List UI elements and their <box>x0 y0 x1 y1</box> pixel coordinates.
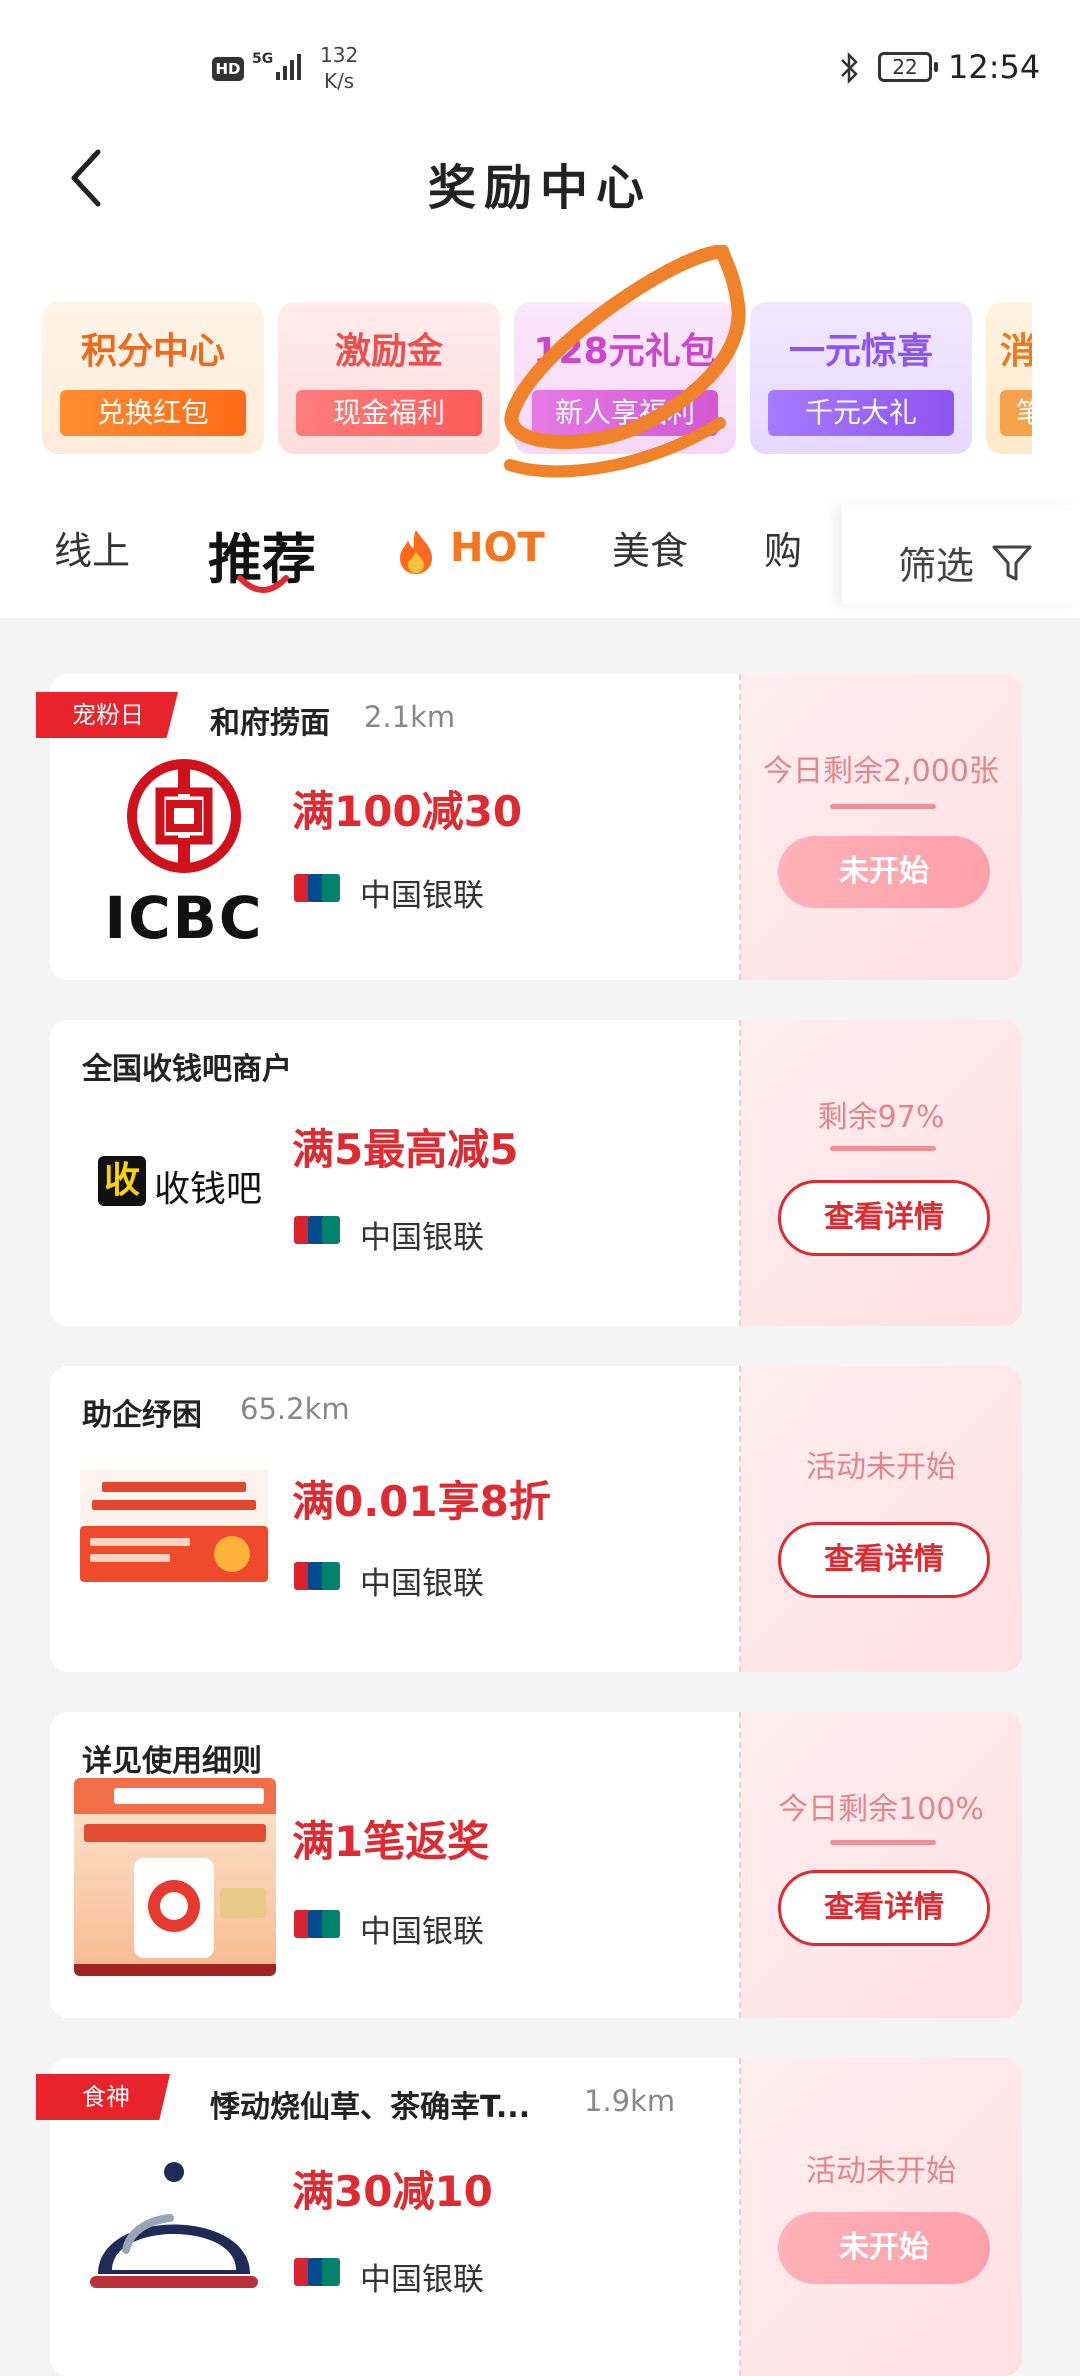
card-divider <box>739 1712 741 2018</box>
card-right-panel <box>740 1366 1022 1672</box>
tag-fan-day: 宠粉日 <box>36 692 178 738</box>
deal-text: 满30减10 <box>292 2167 493 2216</box>
unionpay-icon <box>294 874 340 902</box>
header-area: HD 5G 132 K/s 22 12:54 奖励中心 积分中心 兑换红包 激励… <box>0 0 1080 618</box>
card-divider <box>739 2058 741 2376</box>
promo-poster-art <box>74 1778 276 1976</box>
stock-text: 活动未开始 <box>806 2154 956 2189</box>
filter-button[interactable]: 筛选 <box>842 505 1080 605</box>
merchant-distance: 1.9km <box>584 2084 676 2118</box>
icbc-logo: ICBC <box>94 754 274 954</box>
stock-text: 今日剩余100% <box>778 1792 984 1827</box>
network-type: 5G <box>252 51 274 67</box>
government-campaign-banner <box>80 1470 268 1582</box>
deal-text: 满100减30 <box>292 787 523 836</box>
promo-title: 128元礼包 <box>533 331 717 372</box>
promo-incentive[interactable]: 激励金 现金福利 <box>278 302 500 454</box>
unionpay-icon <box>294 1216 340 1244</box>
card-divider <box>739 674 741 980</box>
unionpay-icon <box>294 1562 340 1590</box>
merchant-distance: 65.2km <box>240 1392 350 1426</box>
view-details-button[interactable]: 查看详情 <box>778 1522 990 1598</box>
tab-online[interactable]: 线上 <box>54 520 130 575</box>
card-network: 中国银联 <box>360 2262 484 2298</box>
merchant-name: 详见使用细则 <box>82 1744 262 1779</box>
stock-bar <box>830 1840 936 1845</box>
merchant-name: 助企纾困 <box>82 1398 202 1433</box>
card-right-panel <box>740 674 1022 980</box>
card-network: 中国银联 <box>360 1220 484 1256</box>
stock-text: 活动未开始 <box>806 1450 956 1485</box>
card-network: 中国银联 <box>360 878 484 914</box>
promo-points-center[interactable]: 积分中心 兑换红包 <box>42 302 264 454</box>
deal-text: 满1笔返奖 <box>292 1817 490 1866</box>
card-divider <box>739 1366 741 1672</box>
shouqianba-logo-text: 收钱吧 <box>154 1169 263 1210</box>
merchant-name: 和府捞面 <box>210 706 330 741</box>
card-network: 中国银联 <box>360 1914 484 1950</box>
card-right-panel <box>740 1712 1022 2018</box>
food-dome-icon <box>90 2162 258 2288</box>
merchant-name: 悸动烧仙草、茶确幸T... <box>210 2090 531 2125</box>
unionpay-icon <box>294 2258 340 2286</box>
card-right-panel <box>740 1020 1022 1326</box>
promo-gift-pack[interactable]: 128元礼包 新人享福利 <box>514 302 736 454</box>
clock: 12:54 <box>948 48 1041 86</box>
icbc-logo-text: ICBC <box>104 884 264 952</box>
coupon-card[interactable]: 全国收钱吧商户 收 收钱吧 满5最高减5 中国银联 剩余97% 查看详情 <box>50 1020 1022 1326</box>
merchant-name: 全国收钱吧商户 <box>82 1052 292 1087</box>
promo-button: 新人享福利 <box>532 390 718 436</box>
shouqianba-icon: 收 <box>98 1156 146 1206</box>
card-divider <box>739 1020 741 1326</box>
tab-fade <box>800 500 840 600</box>
promo-button: 笔 <box>1000 390 1032 436</box>
promo-title: 积分中心 <box>80 331 225 372</box>
network-speed: 132 K/s <box>320 43 359 93</box>
promo-button: 兑换红包 <box>60 390 246 436</box>
promo-button: 千元大礼 <box>768 390 954 436</box>
page-title: 奖励中心 <box>427 160 652 216</box>
tag-food-god: 食神 <box>36 2074 170 2120</box>
promo-title: 一元惊喜 <box>788 331 933 372</box>
battery-icon: 22 <box>878 52 938 82</box>
card-network: 中国银联 <box>360 1566 484 1602</box>
promo-partial[interactable]: 消 笔 <box>986 302 1032 454</box>
view-details-button[interactable]: 查看详情 <box>778 1870 990 1946</box>
deal-text: 满0.01享8折 <box>292 1477 551 1526</box>
stock-bar <box>830 1146 936 1151</box>
flame-icon <box>400 530 432 574</box>
stock-text: 今日剩余2,000张 <box>763 754 999 789</box>
promo-button: 现金福利 <box>296 390 482 436</box>
merchant-distance: 2.1km <box>364 700 456 734</box>
coupon-card[interactable]: 和府捞面 2.1km ICBC 满100减30 中国银联 今日剩余2,000张 … <box>50 674 1022 980</box>
promo-title: 消 <box>1000 331 1032 372</box>
coupon-card[interactable]: 详见使用细则 满1笔返奖 中国银联 今日剩余100% 查看详情 <box>50 1712 1022 2018</box>
view-details-button[interactable]: 查看详情 <box>778 1180 990 1256</box>
bluetooth-icon <box>841 51 858 85</box>
not-started-button[interactable]: 未开始 <box>778 2212 990 2284</box>
icbc-emblem-icon <box>127 759 241 873</box>
promo-poster-image <box>74 1778 276 1976</box>
promo-one-yuan[interactable]: 一元惊喜 千元大礼 <box>750 302 972 454</box>
not-started-button[interactable]: 未开始 <box>778 836 990 908</box>
filter-label: 筛选 <box>898 544 975 588</box>
unionpay-icon <box>294 1910 340 1938</box>
active-tab-indicator <box>237 575 289 593</box>
stock-text: 剩余97% <box>817 1100 945 1135</box>
tab-food[interactable]: 美食 <box>612 520 688 575</box>
coupon-card[interactable]: 悸动烧仙草、茶确幸T... 1.9km 满30减10 中国银联 活动未开始 未开… <box>50 2058 1022 2376</box>
promo-title: 激励金 <box>334 331 443 372</box>
filter-icon <box>992 545 1032 581</box>
stock-bar <box>830 804 936 809</box>
tab-hot[interactable]: HOT <box>450 525 545 571</box>
coupon-card[interactable]: 助企纾困 65.2km 满0.01享8折 中国银联 活动未开始 查看详情 <box>50 1366 1022 1672</box>
deal-text: 满5最高减5 <box>292 1125 519 1174</box>
signal-icon <box>276 48 306 80</box>
status-bar: HD 5G 132 K/s 22 12:54 <box>0 30 1080 106</box>
hd-badge: HD <box>212 57 244 81</box>
